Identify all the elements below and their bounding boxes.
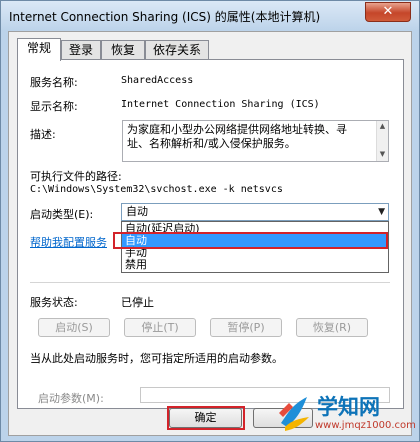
close-button[interactable]: ✕ — [365, 2, 411, 22]
startup-type-selected: 自动 — [126, 205, 148, 218]
startup-type-select[interactable]: 自动 ▼ — [121, 203, 389, 221]
chevron-down-icon[interactable]: ▼ — [378, 204, 385, 220]
stop-button[interactable]: 停止(T) — [124, 318, 196, 337]
option-disabled[interactable]: 禁用 — [122, 258, 388, 271]
properties-dialog: Internet Connection Sharing (ICS) 的属性(本地… — [0, 0, 420, 442]
tab-recovery[interactable]: 恢复 — [101, 40, 145, 60]
scroll-down-icon[interactable]: ▼ — [377, 149, 388, 159]
dialog-client-area: 常规 登录 恢复 依存关系 服务名称: SharedAccess 显示名称: I… — [8, 31, 412, 436]
description-line-1: 为家庭和小型办公网络提供网络地址转换、寻 — [127, 123, 347, 136]
help-configure-link[interactable]: 帮助我配置服务 — [30, 234, 107, 250]
display-name-label: 显示名称: — [30, 100, 78, 113]
ok-annotation-frame — [167, 406, 245, 430]
service-name-label: 服务名称: — [30, 76, 78, 89]
start-params-label: 启动参数(M): — [38, 392, 104, 405]
service-name-value: SharedAccess — [121, 75, 194, 86]
scroll-up-icon[interactable]: ▲ — [377, 121, 388, 131]
tab-general[interactable]: 常规 — [17, 38, 61, 61]
start-button[interactable]: 启动(S) — [38, 318, 110, 337]
service-status-label: 服务状态: — [30, 296, 78, 309]
separator — [30, 282, 390, 283]
watermark-logo-icon — [279, 397, 309, 431]
description-line-2: 址、名称解析和/或入侵保护服务。 — [127, 137, 296, 150]
description-label: 描述: — [30, 128, 56, 141]
exe-path-value: C:\Windows\System32\svchost.exe -k netsv… — [30, 184, 283, 195]
title-bar[interactable]: Internet Connection Sharing (ICS) 的属性(本地… — [1, 1, 419, 31]
tab-logon[interactable]: 登录 — [61, 40, 101, 60]
description-scrollbar[interactable]: ▲ ▼ — [376, 121, 388, 161]
tab-dependencies[interactable]: 依存关系 — [145, 40, 209, 60]
window-title: Internet Connection Sharing (ICS) 的属性(本地… — [9, 10, 321, 24]
annotation-highlight-frame — [113, 232, 388, 249]
watermark-title: 学知网 — [317, 395, 380, 419]
display-name-value: Internet Connection Sharing (ICS) — [121, 99, 320, 110]
service-status-value: 已停止 — [121, 296, 154, 309]
watermark-url: www.jmqz1000.com — [315, 420, 416, 431]
start-params-hint: 当从此处启动服务时，您可指定所适用的启动参数。 — [30, 352, 283, 365]
exe-path-label: 可执行文件的路径: — [30, 170, 122, 183]
resume-button[interactable]: 恢复(R) — [296, 318, 368, 337]
startup-type-label: 启动类型(E): — [30, 208, 94, 221]
site-watermark: 学知网 www.jmqz1000.com — [277, 391, 419, 439]
description-box[interactable]: 为家庭和小型办公网络提供网络地址转换、寻 址、名称解析和/或入侵保护服务。 ▲ … — [122, 120, 389, 162]
general-tab-panel: 服务名称: SharedAccess 显示名称: Internet Connec… — [17, 59, 404, 409]
pause-button[interactable]: 暂停(P) — [210, 318, 282, 337]
